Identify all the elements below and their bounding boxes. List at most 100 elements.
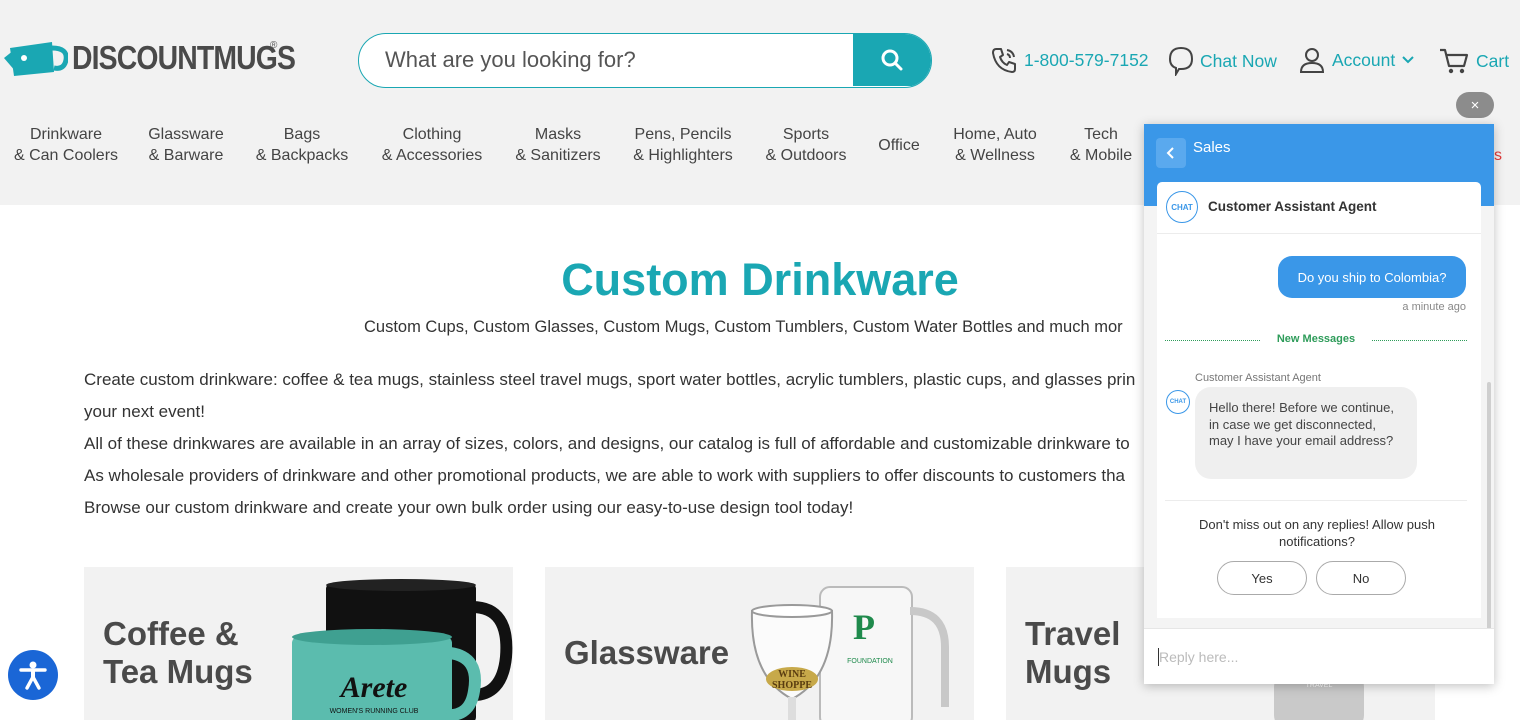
nav-tech[interactable]: Tech & Mobile bbox=[1070, 124, 1132, 166]
account-label: Account bbox=[1332, 49, 1396, 70]
chat-bubble-icon bbox=[1168, 46, 1194, 76]
accessibility-button[interactable] bbox=[8, 650, 58, 700]
wine-glass-text2: SHOPPE bbox=[772, 680, 812, 691]
card-title: Coffee & Tea Mugs bbox=[103, 615, 253, 691]
mug-image: Arete WOMEN'S RUNNING CLUB bbox=[292, 579, 513, 720]
nav-label-line2: & Mobile bbox=[1069, 147, 1133, 164]
nav-label-line2: & Barware bbox=[148, 147, 224, 164]
nav-label-line1: Clothing bbox=[402, 126, 462, 143]
phone-number: 1-800-579-7152 bbox=[1024, 49, 1149, 70]
chat-close-button[interactable]: × bbox=[1456, 92, 1494, 118]
push-notification-prompt: Don't miss out on any replies! Allow pus… bbox=[1199, 517, 1435, 549]
nav-label-line1: Glassware bbox=[148, 126, 224, 143]
account-menu[interactable]: Account bbox=[1298, 46, 1415, 74]
nav-label-line1: Pens, Pencils bbox=[634, 126, 732, 143]
nav-label-line1: Tech bbox=[1084, 126, 1118, 143]
nav-label-line1: Home, Auto bbox=[953, 126, 1037, 143]
card-title: Glassware bbox=[564, 634, 730, 671]
category-card-coffee-mugs[interactable]: Coffee & Tea Mugs Arete WOMEN'S RUNNING … bbox=[84, 567, 513, 720]
chat-reply-area bbox=[1144, 628, 1494, 684]
intro-line: As wholesale providers of drinkware and … bbox=[84, 466, 1125, 485]
card-title-line2: Tea Mugs bbox=[103, 653, 253, 690]
chevron-down-icon bbox=[1402, 56, 1414, 64]
nav-home-auto[interactable]: Home, Auto & Wellness bbox=[953, 124, 1037, 166]
text-caret bbox=[1158, 648, 1159, 666]
page-subtitle: Custom Cups, Custom Glasses, Custom Mugs… bbox=[364, 318, 1123, 336]
chat-widget: Sales CHAT Customer Assistant Agent Do y… bbox=[1144, 124, 1494, 684]
nav-pens[interactable]: Pens, Pencils & Highlighters bbox=[633, 124, 733, 166]
nav-sports[interactable]: Sports & Outdoors bbox=[766, 124, 847, 166]
nav-office[interactable]: Office bbox=[878, 135, 920, 156]
intro-line: All of these drinkwares are available in… bbox=[84, 434, 1130, 453]
agent-name: Customer Assistant Agent bbox=[1208, 199, 1377, 214]
accessibility-icon bbox=[19, 661, 47, 690]
search-icon bbox=[881, 49, 903, 71]
nav-label-line2: & Can Coolers bbox=[13, 147, 119, 164]
nav-label-line2: & Highlighters bbox=[633, 147, 733, 164]
new-messages-divider: New Messages bbox=[1165, 333, 1467, 347]
agent-avatar: CHAT bbox=[1166, 191, 1198, 223]
card-title-line2: Mugs bbox=[1025, 653, 1112, 690]
logo-text: DISCOUNTMUGS bbox=[72, 39, 296, 76]
agent-message-avatar: CHAT bbox=[1166, 390, 1190, 414]
nav-glassware[interactable]: Glassware & Barware bbox=[148, 124, 224, 166]
card-title-line1: Coffee & bbox=[103, 615, 239, 652]
chat-now-label: Chat Now bbox=[1200, 50, 1277, 71]
search-input[interactable] bbox=[359, 34, 853, 86]
user-message: Do you ship to Colombia? bbox=[1278, 256, 1466, 298]
push-no-button[interactable]: No bbox=[1316, 561, 1406, 595]
wine-glass-text1: WINE bbox=[778, 669, 806, 680]
registered-mark: ® bbox=[270, 40, 278, 51]
search-bar bbox=[358, 33, 932, 88]
chat-back-button[interactable] bbox=[1156, 138, 1186, 168]
category-card-glassware[interactable]: Glassware P FOUNDATION WINE SHOPPE bbox=[545, 567, 974, 720]
search-button[interactable] bbox=[853, 34, 931, 86]
nav-label-line1: Office bbox=[878, 137, 920, 154]
cart-link[interactable]: Cart bbox=[1438, 46, 1509, 76]
nav-masks[interactable]: Masks & Sanitizers bbox=[515, 124, 600, 166]
nav-label-line2: & Outdoors bbox=[765, 147, 847, 164]
new-messages-label: New Messages bbox=[1276, 333, 1356, 345]
glass-mug-letter: P bbox=[853, 607, 875, 647]
nav-label-line1: Sports bbox=[782, 126, 830, 143]
nav-label-line2: & Sanitizers bbox=[515, 147, 601, 164]
chat-reply-input[interactable] bbox=[1144, 629, 1494, 684]
chat-now-link[interactable]: Chat Now bbox=[1168, 46, 1277, 76]
intro-line: Create custom drinkware: coffee & tea mu… bbox=[84, 370, 1136, 389]
card-title-line1: Travel bbox=[1025, 615, 1121, 652]
logo-mug-icon bbox=[4, 42, 68, 76]
agent-message: Hello there! Before we continue, in case… bbox=[1195, 387, 1417, 479]
intro-line: Browse our custom drinkware and create y… bbox=[84, 498, 854, 517]
nav-label-line1: Bags bbox=[283, 126, 321, 143]
mug-print-subtext: WOMEN'S RUNNING CLUB bbox=[330, 708, 419, 715]
user-icon bbox=[1299, 48, 1325, 73]
mug-print-text: Arete bbox=[339, 671, 408, 704]
nav-label-line2: & Accessories bbox=[381, 147, 483, 164]
phone-icon bbox=[992, 48, 1016, 73]
site-logo[interactable]: DISCOUNTMUGS bbox=[4, 36, 331, 80]
nav-clothing[interactable]: Clothing & Accessories bbox=[382, 124, 482, 166]
divider bbox=[1165, 500, 1467, 501]
nav-label-line1: Drinkware bbox=[29, 126, 103, 143]
back-chevron-icon bbox=[1166, 147, 1174, 159]
nav-drinkware[interactable]: Drinkware & Can Coolers bbox=[14, 124, 118, 166]
close-icon: × bbox=[1470, 96, 1480, 114]
chat-department: Sales bbox=[1193, 139, 1231, 156]
cart-icon bbox=[1440, 48, 1469, 74]
message-timestamp: a minute ago bbox=[1402, 301, 1466, 313]
nav-sale-partial[interactable]: s bbox=[1494, 147, 1502, 165]
glassware-image: P FOUNDATION WINE SHOPPE bbox=[750, 586, 949, 720]
intro-line: your next event! bbox=[84, 402, 205, 421]
cart-label: Cart bbox=[1476, 50, 1510, 71]
nav-label-line1: Masks bbox=[534, 126, 582, 143]
push-yes-button[interactable]: Yes bbox=[1217, 561, 1307, 595]
agent-message-sender: Customer Assistant Agent bbox=[1195, 372, 1321, 384]
card-title: Travel Mugs bbox=[1025, 615, 1120, 691]
chat-agent-header: CHAT Customer Assistant Agent bbox=[1157, 182, 1481, 234]
phone-link[interactable]: 1-800-579-7152 bbox=[990, 46, 1149, 74]
glass-mug-subtext: FOUNDATION bbox=[847, 658, 893, 665]
nav-label-line2: & Wellness bbox=[955, 147, 1035, 164]
chat-conversation: CHAT Customer Assistant Agent Do you shi… bbox=[1157, 182, 1491, 674]
nav-label-line2: & Backpacks bbox=[255, 147, 349, 164]
nav-bags[interactable]: Bags & Backpacks bbox=[256, 124, 348, 166]
